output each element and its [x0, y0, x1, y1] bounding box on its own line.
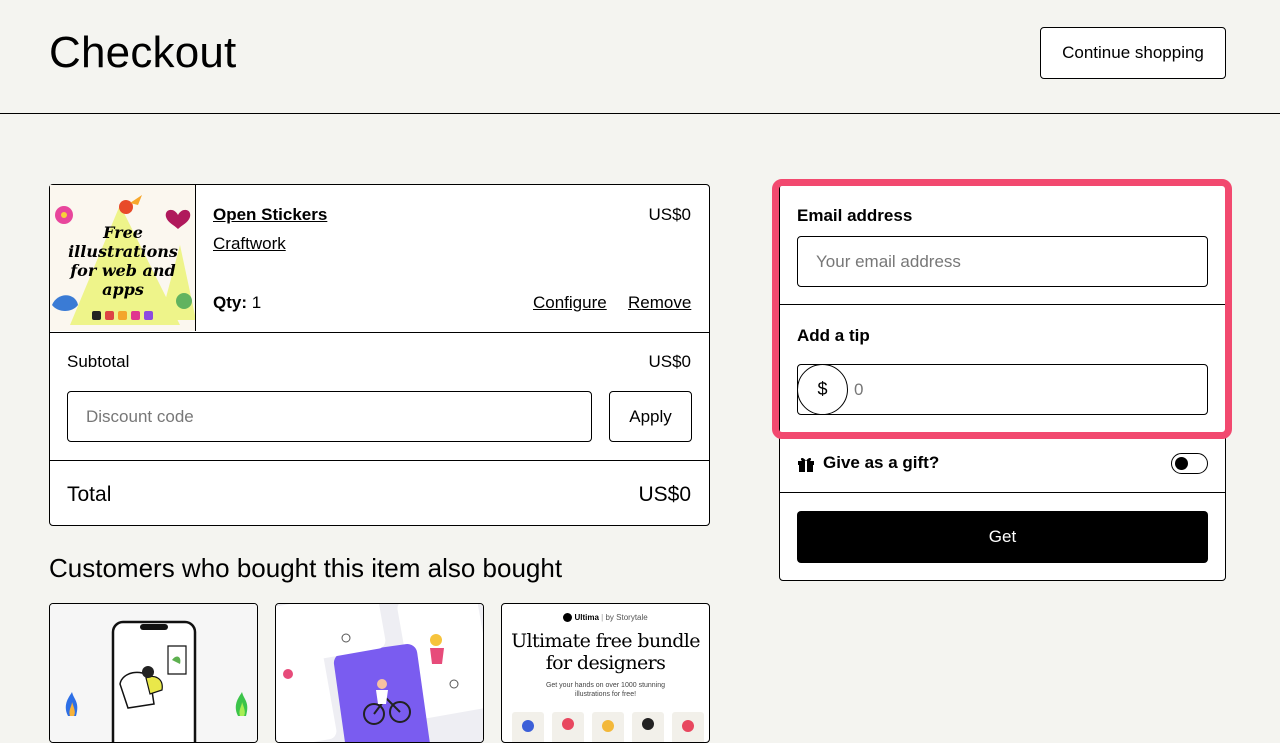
ultima-subtitle-line: Get your hands on over 1000 stunning — [545, 682, 666, 689]
thumbnail-caption: Free illustrations for web and apps — [50, 223, 195, 299]
divider — [780, 304, 1225, 305]
configure-link[interactable]: Configure — [533, 293, 607, 313]
toggle-knob — [1175, 457, 1188, 470]
product-thumbnail[interactable]: Free illustrations for web and apps — [50, 185, 196, 331]
ultima-headline-line: for designers — [545, 652, 666, 674]
header: Checkout Continue shopping — [0, 0, 1280, 114]
subtotal-label: Subtotal — [67, 352, 130, 371]
page-title: Checkout — [49, 28, 237, 77]
continue-shopping-button[interactable]: Continue shopping — [1040, 27, 1226, 79]
total-label: Total — [67, 483, 112, 506]
thumbnail-text-line: Free — [103, 223, 143, 242]
qty-label: Qty: — [213, 293, 247, 312]
recommendation-card[interactable] — [275, 603, 484, 743]
discount-code-input[interactable] — [67, 391, 592, 442]
ultima-subtitle: Get your hands on over 1000 stunning ill… — [502, 681, 709, 699]
qty-value: 1 — [251, 293, 262, 312]
recommendation-image — [276, 604, 483, 742]
ultima-logo-icon — [563, 613, 573, 623]
ultima-brand-suffix: by Storytale — [605, 613, 648, 622]
cart-summary: Free illustrations for web and apps Open… — [49, 184, 710, 526]
recommendation-image — [50, 604, 257, 742]
ultima-illustration-strip — [512, 712, 704, 742]
cart-item: Free illustrations for web and apps Open… — [50, 185, 709, 333]
item-price: US$0 — [648, 205, 691, 224]
total-value: US$0 — [638, 483, 691, 506]
thumbnail-text-line: for web and — [70, 261, 176, 280]
divider — [780, 492, 1225, 493]
ultima-brand-name: Ultima — [574, 613, 599, 622]
ultima-headline-line: Ultimate free bundle — [511, 630, 700, 652]
checkout-panel: Email address Add a tip $ Give as a gift… — [779, 184, 1226, 581]
recommendation-card[interactable]: Ultima | by Storytale Ultimate free bund… — [501, 603, 710, 743]
dollar-icon: $ — [797, 364, 848, 415]
tip-label: Add a tip — [797, 326, 870, 345]
also-bought-heading: Customers who bought this item also boug… — [49, 553, 563, 583]
gift-label: Give as a gift? — [823, 453, 940, 472]
gift-toggle[interactable] — [1171, 453, 1208, 474]
subtotal-section: Subtotal US$0 Apply — [50, 332, 709, 461]
recommendation-card[interactable] — [49, 603, 258, 743]
ultima-brand-separator: | — [601, 613, 604, 622]
email-label: Email address — [797, 206, 913, 225]
subtotal-value: US$0 — [648, 352, 691, 371]
thumbnail-text-line: illustrations — [68, 242, 178, 261]
gift-icon — [798, 457, 814, 472]
apply-button[interactable]: Apply — [609, 391, 692, 442]
thumbnail-text-line: apps — [102, 280, 144, 299]
email-input[interactable] — [797, 236, 1208, 287]
get-button[interactable]: Get — [797, 511, 1208, 563]
product-name-link[interactable]: Open Stickers — [213, 205, 327, 225]
creator-link[interactable]: Craftwork — [213, 234, 286, 254]
quantity: Qty: 1 — [213, 293, 261, 313]
tip-field: $ — [797, 364, 1208, 415]
ultima-subtitle-line: illustrations for free! — [574, 691, 637, 698]
divider — [780, 434, 1225, 435]
ultima-headline: Ultimate free bundle for designers — [502, 630, 709, 674]
remove-link[interactable]: Remove — [628, 293, 691, 313]
tip-input[interactable] — [854, 365, 1194, 414]
ultima-brand: Ultima | by Storytale — [502, 613, 709, 623]
